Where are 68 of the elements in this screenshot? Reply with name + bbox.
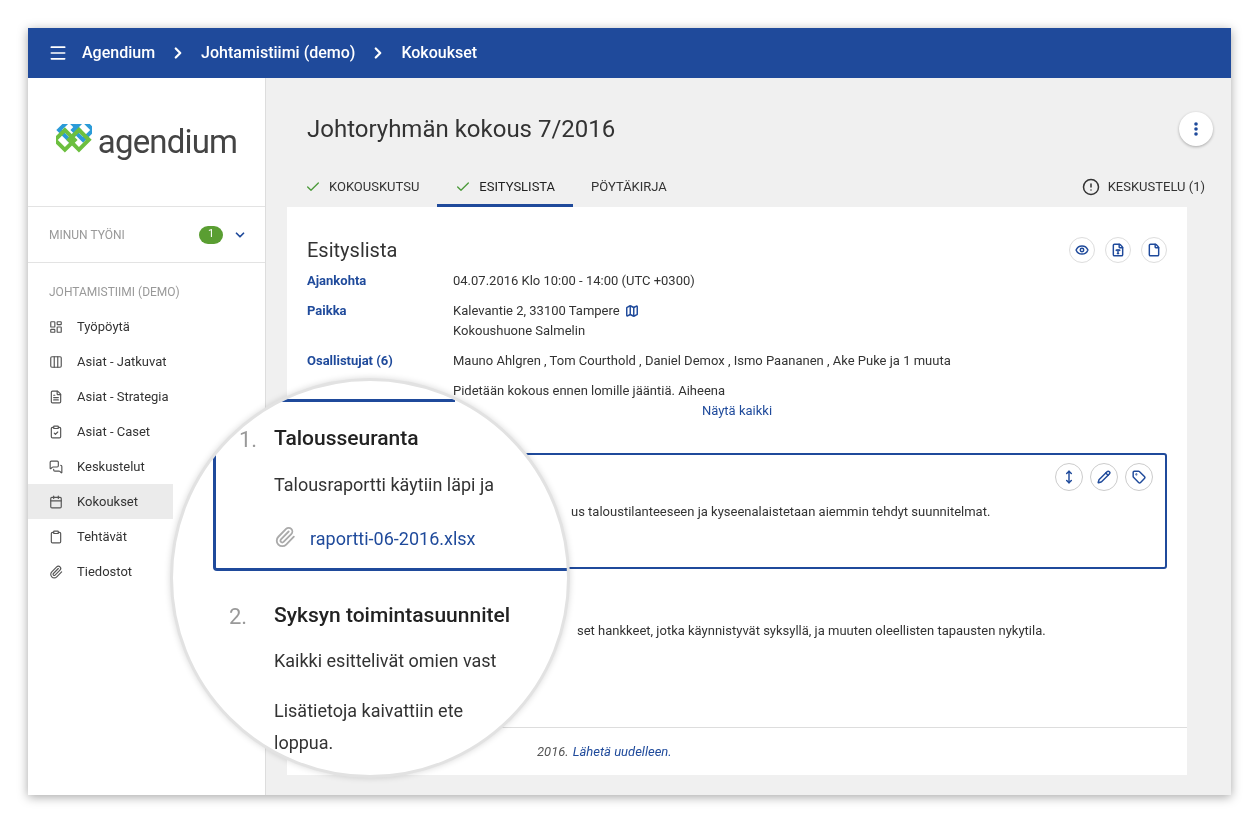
item-title: Talousseuranta	[274, 425, 419, 452]
more-icon	[1194, 121, 1198, 136]
nav-item[interactable]: Asiat - Jatkuvat	[28, 344, 173, 379]
nav-label: Tiedostot	[77, 562, 133, 581]
menu-icon[interactable]	[48, 43, 68, 63]
nav-item[interactable]: Tehtävät	[28, 519, 173, 554]
detail-label: Paikka	[307, 302, 348, 320]
item-text: Kaikki esittelivät omien vast	[274, 649, 497, 673]
nav-label: Tehtävät	[77, 527, 127, 546]
tab[interactable]: PÖYTÄKIRJA	[573, 170, 685, 207]
detail-value: Mauno Ahlgren , Tom Courthold , Daniel Demox , Ismo Paananen , Ake Puke ja 1 muuta	[453, 352, 951, 370]
item-number: 1.	[239, 426, 258, 454]
item-text: loppua.	[274, 731, 334, 755]
breadcrumb-link[interactable]: Kokoukset	[401, 41, 478, 65]
chat-icon	[49, 459, 63, 474]
page-title: Johtoryhmän kokous 7/2016	[307, 113, 617, 145]
eye-icon	[1075, 243, 1089, 257]
nav-item[interactable]: Asiat - Caset	[28, 414, 173, 449]
attachment-link[interactable]: raportti-06-2016.xlsx	[310, 525, 476, 552]
alert-icon	[1081, 178, 1100, 196]
nav-item[interactable]: Työpöytä	[28, 309, 173, 344]
tag-icon	[1132, 470, 1146, 484]
count-badge: 1	[199, 225, 223, 244]
paperclip-icon	[274, 526, 296, 548]
detail-value: Pidetään kokous ennen lomille jääntiä. Aiheena	[452, 382, 727, 400]
nav-label: Asiat - Caset	[77, 422, 151, 441]
nav-item[interactable]: Tiedostot	[28, 554, 173, 589]
item-title: Syksyn toimintasuunnitel	[274, 602, 511, 629]
calendar-icon	[49, 494, 63, 509]
detail-label: Ajankohta	[307, 272, 368, 290]
logo-text: agendium	[97, 121, 238, 164]
pencil-icon	[1097, 470, 1111, 484]
nav-item[interactable]: Asiat - Strategia	[28, 379, 173, 414]
card-title: Esityslista	[307, 237, 399, 264]
clipboard-icon	[49, 529, 63, 544]
dashboard-icon	[49, 319, 63, 334]
map-icon[interactable]	[624, 304, 639, 318]
nav-label: Kokoukset	[77, 492, 138, 511]
pdf-file-icon	[1111, 243, 1125, 257]
detail-value: Kalevantie 2, 33100 Tampere	[453, 302, 620, 320]
show-all-link[interactable]: Näytä kaikki	[701, 401, 773, 421]
clipboard-check-icon	[49, 424, 63, 439]
item-number: 2.	[229, 603, 248, 631]
detail-value: Kokoushuone Salmelin	[453, 322, 586, 340]
item-description: set hankkeet, jotka käynnistyvät syksyllä, ja muuten oleellisten tapausten nykytila.	[576, 622, 1047, 640]
detail-label: Osallistujat (6)	[307, 352, 394, 370]
paperclip-icon	[49, 564, 63, 579]
section-title: JOHTAMISTIIMI (DEMO)	[48, 284, 181, 301]
detail-value: 04.07.2016 Klo 10:00 - 14:00 (UTC +0300)	[453, 272, 695, 290]
breadcrumb-link[interactable]: Johtamistiimi (demo)	[201, 41, 356, 65]
nav-label: Asiat - Jatkuvat	[77, 352, 167, 371]
columns-icon	[49, 354, 63, 369]
tab[interactable]: KOKOUSKUTSU	[287, 170, 438, 207]
nav-item[interactable]: Kokoukset	[28, 484, 173, 519]
item-text: Talousraportti käytiin läpi ja	[274, 473, 495, 497]
footer-text: 2016.	[537, 742, 569, 761]
item-text: Lisätietoja kaivattiin ete	[274, 699, 464, 723]
nav-label: Asiat - Strategia	[77, 387, 169, 406]
nav-item[interactable]: Keskustelut	[28, 449, 173, 484]
more-button[interactable]	[1179, 111, 1213, 146]
item-description: us taloustilanteeseen ja kyseenalaistetaan aiemmin tehdyt suunnitelmat.	[570, 503, 992, 521]
discussion-tab[interactable]: KESKUSTELU (1)	[1081, 170, 1205, 207]
document-icon	[49, 389, 63, 404]
breadcrumb-link[interactable]: Agendium	[82, 41, 156, 65]
resend-link[interactable]: Lähetä uudelleen.	[572, 741, 672, 762]
nav-label: Keskustelut	[77, 457, 145, 476]
nav-label: Työpöytä	[77, 317, 130, 336]
file-icon	[1147, 243, 1161, 257]
